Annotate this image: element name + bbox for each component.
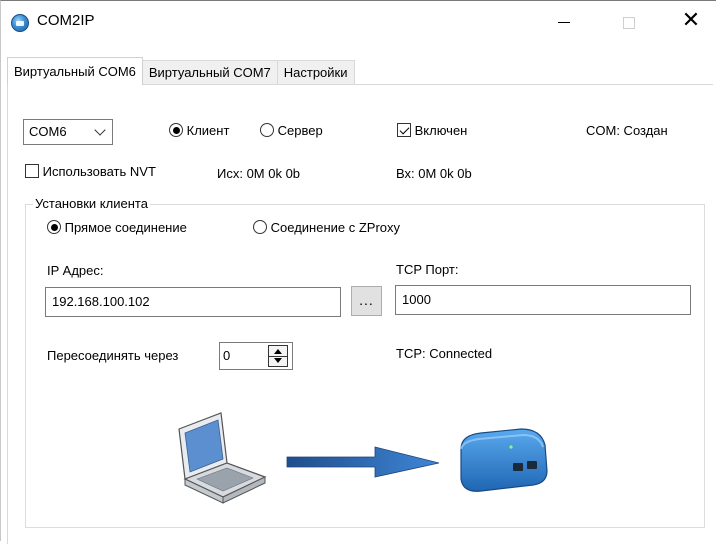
app-icon [11,14,29,32]
tcp-status: TCP: Connected [396,346,493,361]
enabled-label: Включен [414,123,468,138]
nvt-checkbox[interactable]: Использовать NVT [25,164,156,179]
maximize-icon [623,17,635,29]
spin-divider [269,356,287,357]
tcp-port-label: TCP Порт: [396,262,459,277]
connection-illustration [178,412,548,504]
ip-address-input[interactable]: 192.168.100.102 [45,287,341,317]
tab-strip: Виртуальный COM6 Виртуальный COM7 Настро… [7,57,355,85]
ip-address-label: IP Адрес: [47,263,104,278]
outgoing-stats: Исх: 0M 0k 0b [217,166,301,181]
chevron-down-icon [94,124,106,136]
client-radio-indicator [169,123,183,137]
com-port-value: COM6 [29,124,67,139]
server-radio-indicator [260,123,274,137]
reconnect-value: 0 [223,348,231,363]
client-settings-legend: Установки клиента [33,196,150,211]
tab-settings[interactable]: Настройки [276,60,355,85]
client-mode-label: Клиент [186,123,230,138]
enabled-checkbox[interactable]: Включен [397,123,467,138]
spin-down-icon[interactable] [274,358,282,363]
minimize-button[interactable] [541,1,587,41]
nvt-check-indicator [25,164,39,178]
direct-connection-label: Прямое соединение [64,220,187,235]
tcp-port-input[interactable]: 1000 [395,285,691,315]
title-bar[interactable]: COM2IP ✕ [1,1,716,41]
app-window: COM2IP ✕ Виртуальный COM6 Виртуальный CO… [0,0,716,544]
zproxy-connection-radio[interactable]: Соединение с ZProxy [253,220,400,235]
direct-connection-radio[interactable]: Прямое соединение [47,220,187,235]
laptop-computer-icon [178,412,267,504]
direct-radio-indicator [47,220,61,234]
reconnect-spinbox[interactable]: 0 [219,342,293,370]
incoming-stats: Вх: 0M 0k 0b [396,166,472,181]
tab-virtual-com7[interactable]: Виртуальный COM7 [141,60,278,85]
reconnect-label: Пересоединять через [47,348,179,363]
nvt-label: Использовать NVT [42,164,156,179]
com-status: COM: Создан [586,123,668,138]
spin-buttons[interactable] [268,345,288,367]
window-title: COM2IP [37,12,95,29]
browse-button[interactable]: ... [351,286,382,316]
arrow-right-icon [286,446,440,478]
server-mode-radio[interactable]: Сервер [260,123,323,138]
close-icon: ✕ [681,8,701,33]
client-mode-radio[interactable]: Клиент [169,123,229,138]
tab-virtual-com6[interactable]: Виртуальный COM6 [7,57,143,85]
zproxy-radio-indicator [253,220,267,234]
com-port-select[interactable]: COM6 [23,119,113,145]
server-mode-label: Сервер [277,123,323,138]
maximize-button[interactable] [606,1,652,41]
converter-device-icon [460,428,548,492]
minimize-icon [558,21,570,23]
zproxy-connection-label: Соединение с ZProxy [270,220,401,235]
spin-up-icon[interactable] [274,349,282,354]
enabled-check-indicator [397,123,411,137]
close-button[interactable]: ✕ [668,1,714,41]
